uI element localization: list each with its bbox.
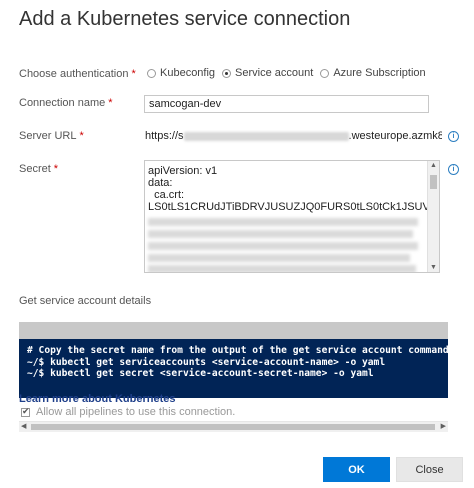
required-marker: * xyxy=(79,130,84,142)
redacted-url-segment xyxy=(183,131,349,141)
learn-more-link[interactable]: Learn more about Kubernetes xyxy=(19,393,175,405)
scroll-left-icon[interactable]: ◀ xyxy=(21,422,26,430)
redacted-secret-line xyxy=(148,242,418,250)
radio-service-account-circle[interactable] xyxy=(222,68,232,78)
redacted-secret-line xyxy=(148,230,413,238)
auth-radio-group: Kubeconfig Service account Azure Subscri… xyxy=(147,67,433,79)
close-button[interactable]: Close xyxy=(396,457,463,482)
horizontal-scrollbar[interactable]: ◀ ▶ xyxy=(19,421,448,432)
secret-text: apiVersion: v1 data: ca.crt: LS0tLS1CRUd… xyxy=(148,165,440,213)
required-marker: * xyxy=(53,163,59,175)
dialog-title: Add a Kubernetes service connection xyxy=(19,8,351,30)
secret-vertical-scrollbar[interactable]: ▲ ▼ xyxy=(427,161,439,272)
ok-button[interactable]: OK xyxy=(323,457,390,482)
server-url-input[interactable]: https://s .westeurope.azmk8 xyxy=(145,130,442,144)
server-url-info-icon[interactable]: i xyxy=(448,131,459,142)
radio-azure-subscription-circle[interactable] xyxy=(320,68,330,78)
service-account-details-label: Get service account details xyxy=(19,295,152,307)
secret-textarea[interactable]: apiVersion: v1 data: ca.crt: LS0tLS1CRUd… xyxy=(144,160,440,273)
secret-info-icon[interactable]: i xyxy=(448,164,459,175)
redacted-secret-line xyxy=(148,218,418,226)
code-block: # Copy the secret name from the output o… xyxy=(19,339,448,398)
code-header-bar xyxy=(19,322,448,339)
redacted-secret-line xyxy=(148,254,410,262)
service-connection-dialog: Add a Kubernetes service connection Choo… xyxy=(0,0,474,488)
allow-pipelines-row[interactable]: Allow all pipelines to use this connecti… xyxy=(21,406,235,418)
allow-pipelines-checkbox[interactable] xyxy=(21,406,30,417)
scroll-up-icon[interactable]: ▲ xyxy=(429,162,438,169)
connection-name-label: Connection name * xyxy=(19,97,113,109)
server-url-label: Server URL * xyxy=(19,130,84,142)
secret-label: Secret * xyxy=(19,163,59,175)
scrollbar-thumb[interactable] xyxy=(31,424,435,430)
redacted-secret-line xyxy=(148,265,416,272)
scrollbar-thumb[interactable] xyxy=(430,175,437,189)
auth-label: Choose authentication * xyxy=(19,68,136,80)
radio-kubeconfig[interactable]: Kubeconfig xyxy=(147,67,215,79)
required-marker: * xyxy=(131,68,136,80)
radio-kubeconfig-circle[interactable] xyxy=(147,68,156,78)
radio-azure-subscription[interactable]: Azure Subscription xyxy=(320,67,426,79)
scroll-right-icon[interactable]: ▶ xyxy=(441,422,446,430)
scroll-down-icon[interactable]: ▼ xyxy=(429,264,438,271)
radio-service-account[interactable]: Service account xyxy=(222,67,313,79)
required-marker: * xyxy=(108,97,113,109)
connection-name-input[interactable]: samcogan-dev xyxy=(144,95,429,113)
